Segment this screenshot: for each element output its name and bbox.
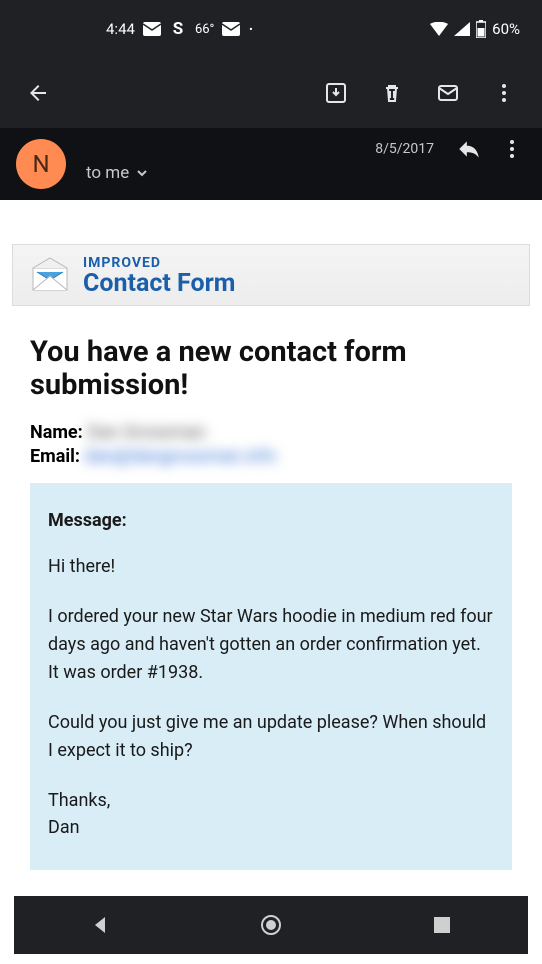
message-signoff: Thanks, Dan: [48, 787, 494, 843]
archive-button[interactable]: [314, 71, 358, 115]
nav-home-button[interactable]: [241, 905, 301, 945]
app-bar: [0, 58, 542, 128]
more-button[interactable]: [482, 71, 526, 115]
status-right: 60%: [430, 20, 524, 38]
message-p2: I ordered your new Star Wars hoodie in m…: [48, 603, 494, 687]
email-date: 8/5/2017: [375, 141, 434, 157]
status-battery-pct: 60%: [492, 20, 520, 38]
status-bar: 4:44 S 66° · 60%: [0, 0, 542, 58]
avatar-letter: N: [32, 150, 49, 178]
banner-big: Contact Form: [83, 271, 235, 296]
name-row: Name: Dan Grossman: [30, 421, 512, 445]
recipient-dropdown[interactable]: to me: [86, 163, 149, 183]
signature-name: Dan: [48, 817, 80, 838]
submission-heading: You have a new contact form submission!: [30, 336, 512, 403]
mail-icon: [143, 20, 161, 38]
email-header: N to me 8/5/2017: [0, 128, 542, 200]
mail-icon-2: [222, 20, 240, 38]
nav-back-button[interactable]: [70, 905, 130, 945]
contact-form-banner: IMPROVED Contact Form: [12, 244, 530, 306]
message-box: Message: Hi there! I ordered your new St…: [30, 483, 512, 870]
reply-button[interactable]: [456, 136, 482, 162]
email-value: dan@dangrossman.info: [84, 445, 276, 469]
message-p3: Could you just give me an update please?…: [48, 709, 494, 765]
envelope-icon: [29, 254, 71, 296]
nav-recents-button[interactable]: [412, 905, 472, 945]
name-label: Name:: [30, 422, 83, 443]
battery-icon: [476, 20, 486, 38]
status-time: 4:44: [106, 20, 135, 38]
name-value: Dan Grossman: [87, 421, 206, 445]
email-row: Email: dan@dangrossman.info: [30, 445, 512, 469]
thanks-line: Thanks,: [48, 790, 110, 811]
mark-unread-button[interactable]: [426, 71, 470, 115]
s-icon: S: [169, 20, 187, 38]
signal-icon: [454, 22, 470, 36]
recipient-label: to me: [86, 163, 129, 183]
back-button[interactable]: [16, 71, 60, 115]
status-temp: 66°: [195, 22, 214, 37]
status-left: 4:44 S 66° ·: [18, 20, 254, 38]
sender-avatar[interactable]: N: [16, 139, 66, 189]
delete-button[interactable]: [370, 71, 414, 115]
email-body: IMPROVED Contact Form You have a new con…: [0, 244, 542, 870]
email-label: Email:: [30, 446, 80, 467]
message-label: Message:: [48, 507, 494, 535]
wifi-icon: [430, 22, 448, 36]
banner-text: IMPROVED Contact Form: [83, 255, 235, 296]
contact-meta: Name: Dan Grossman Email: dan@dangrossma…: [30, 421, 512, 470]
message-p1: Hi there!: [48, 553, 494, 581]
chevron-down-icon: [135, 166, 149, 180]
message-more-button[interactable]: [500, 137, 524, 161]
android-nav-bar: [14, 896, 528, 954]
